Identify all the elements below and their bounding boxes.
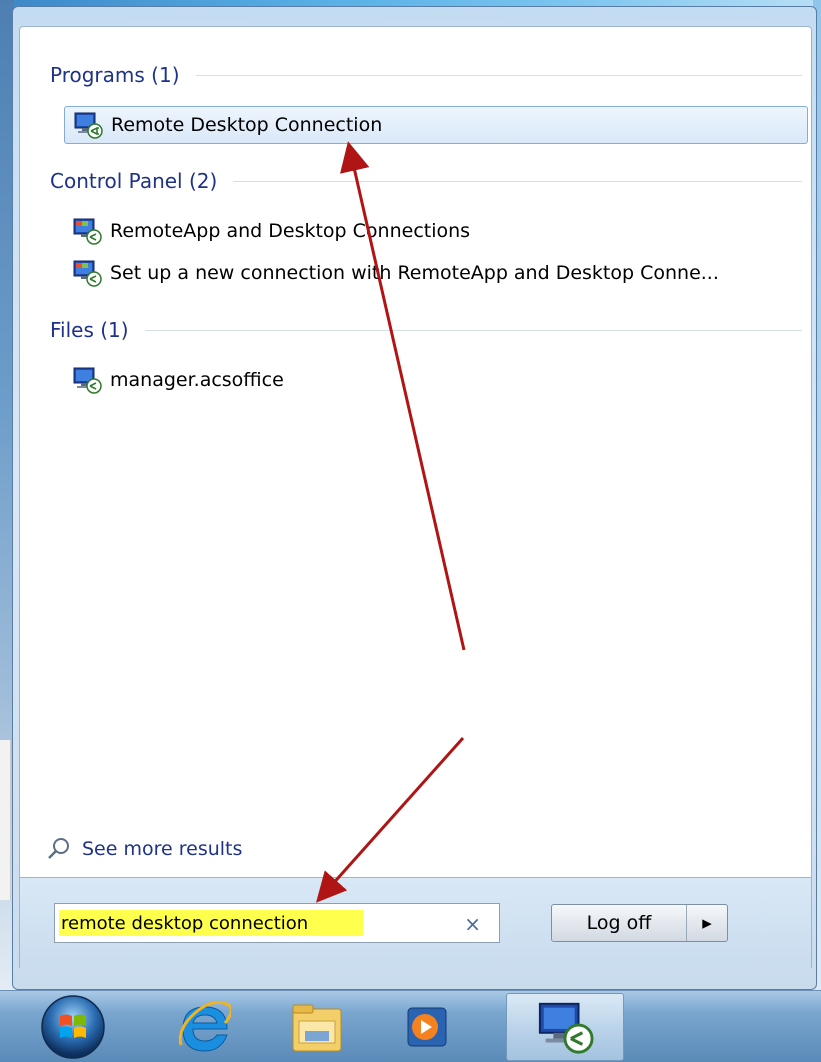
logoff-button-group: Log off ▸ (551, 904, 728, 942)
taskbar-file-explorer[interactable] (272, 993, 362, 1061)
start-search-box[interactable]: × (54, 903, 500, 943)
result-manager-acsoffice[interactable]: manager.acsoffice (64, 361, 808, 399)
group-header-files: Files (1) (50, 315, 802, 345)
remote-desktop-file-icon (73, 367, 102, 394)
result-remoteapp-connections[interactable]: RemoteApp and Desktop Connections (64, 212, 808, 250)
see-more-results-link[interactable]: See more results (46, 834, 242, 864)
group-header-label: Programs (1) (50, 63, 180, 87)
taskbar (0, 990, 821, 1062)
result-remote-desktop-connection[interactable]: Remote Desktop Connection (64, 106, 808, 144)
remote-desktop-icon (74, 112, 103, 139)
result-label: Set up a new connection with RemoteApp a… (110, 262, 719, 284)
group-header-label: Files (1) (50, 318, 129, 342)
shutdown-options-button[interactable]: ▸ (687, 905, 727, 941)
result-label: manager.acsoffice (110, 369, 284, 391)
media-player-icon (407, 1007, 447, 1047)
search-magnifier-icon (48, 838, 69, 859)
taskbar-internet-explorer[interactable] (158, 993, 248, 1061)
group-header-programs: Programs (1) (50, 60, 802, 90)
search-input[interactable] (59, 910, 363, 936)
group-header-control-panel: Control Panel (2) (50, 166, 802, 196)
see-more-label: See more results (82, 838, 243, 860)
clear-search-icon[interactable]: × (464, 912, 481, 936)
group-divider (233, 180, 802, 182)
remoteapp-icon (73, 218, 102, 245)
group-divider (195, 74, 802, 76)
windows-start-orb-icon (41, 995, 105, 1059)
result-setup-new-connection[interactable]: Set up a new connection with RemoteApp a… (64, 254, 808, 292)
remoteapp-icon (73, 260, 102, 287)
taskbar-remote-desktop[interactable] (506, 993, 624, 1061)
result-label: RemoteApp and Desktop Connections (110, 220, 471, 242)
remote-desktop-icon (538, 1002, 594, 1054)
background-window-edge (0, 740, 11, 900)
file-explorer-icon (292, 1004, 342, 1052)
logoff-button[interactable]: Log off (552, 905, 687, 941)
taskbar-media-player[interactable] (382, 993, 472, 1061)
result-label: Remote Desktop Connection (111, 114, 383, 136)
internet-explorer-icon (178, 1000, 231, 1052)
group-divider (144, 329, 802, 331)
start-button[interactable] (28, 993, 118, 1061)
search-results-pane (19, 26, 812, 878)
group-header-label: Control Panel (2) (50, 169, 218, 193)
chevron-right-icon: ▸ (702, 912, 712, 934)
logoff-label: Log off (586, 912, 652, 934)
